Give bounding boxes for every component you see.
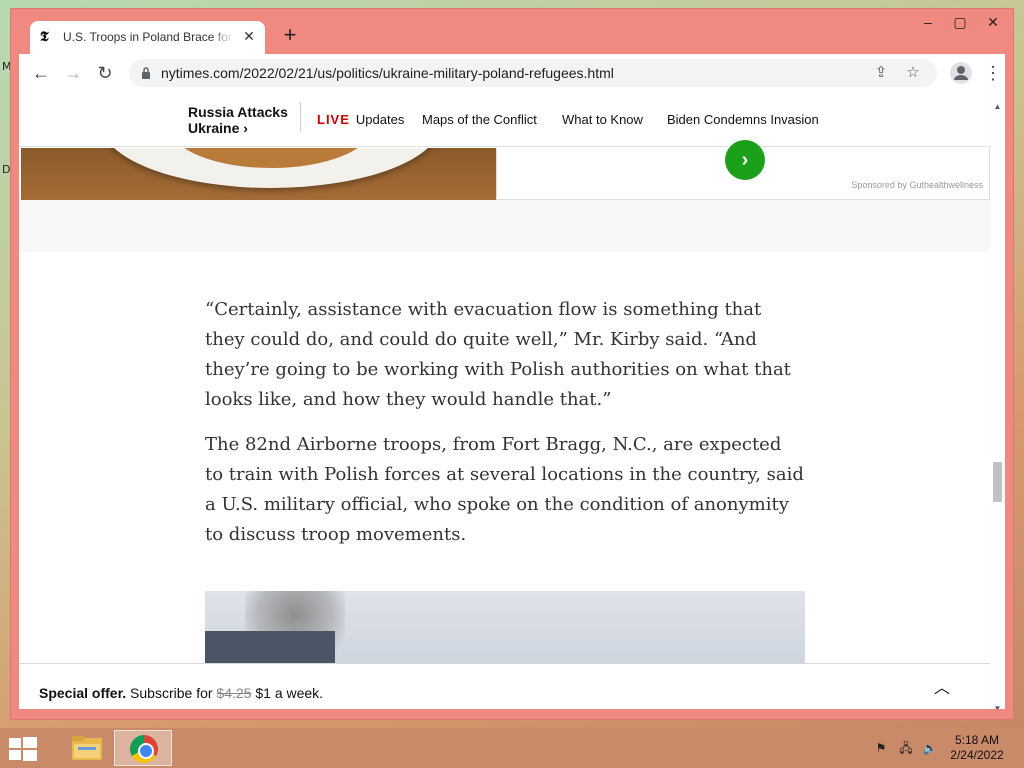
subscription-offer-bar[interactable]: Special offer. Subscribe for $4.25 $1 a … [19, 663, 990, 709]
scroll-down-icon[interactable]: ▼ [993, 704, 1002, 709]
flag-icon[interactable]: ⚑ [873, 740, 889, 756]
chrome-icon [130, 735, 158, 763]
close-window-button[interactable]: ✕ [977, 11, 1009, 33]
clock-date: 2/24/2022 [950, 748, 1004, 762]
article-photo[interactable] [205, 591, 805, 671]
maximize-button[interactable]: ▢ [944, 11, 976, 33]
share-icon[interactable]: ⇪ [871, 63, 891, 83]
star-icon[interactable]: ☆ [903, 63, 923, 83]
what-to-know-link[interactable]: What to Know [562, 112, 643, 127]
tab-title: U.S. Troops in Poland Brace for Possible… [63, 30, 235, 44]
minimize-button[interactable]: – [912, 11, 944, 33]
section-title-line: Ukraine › [188, 120, 248, 136]
forward-arrow-icon[interactable]: → [61, 61, 85, 85]
offer-text: Special offer. Subscribe for $4.25 $1 a … [39, 685, 323, 701]
ad-sponsor[interactable]: Sponsored by Guthealthwellness [851, 180, 983, 190]
profile-avatar-icon[interactable] [950, 62, 972, 84]
offer-new-price: $1 a week. [255, 685, 324, 701]
maps-link[interactable]: Maps of the Conflict [422, 112, 537, 127]
clock-time: 5:18 AM [954, 733, 1000, 747]
file-explorer-icon[interactable] [58, 730, 116, 766]
scroll-up-icon[interactable]: ▲ [993, 102, 1002, 111]
news-topbar: Russia Attacks Ukraine › LIVE Updates Map… [19, 92, 990, 147]
ad-spacer [19, 200, 990, 252]
browser-tab[interactable]: 𝕿 U.S. Troops in Poland Brace for Possib… [30, 21, 265, 54]
ad-panel: › Sponsored by Guthealthwellness [496, 140, 990, 200]
address-bar[interactable]: nytimes.com/2022/02/21/us/politics/ukrai… [129, 59, 937, 87]
url-text[interactable]: nytimes.com/2022/02/21/us/politics/ukrai… [161, 65, 614, 81]
new-tab-button[interactable]: + [279, 24, 301, 47]
volume-icon[interactable]: 🔈 [922, 740, 938, 756]
network-icon[interactable]: 🖧 [898, 740, 914, 756]
browser-window: 𝕿 U.S. Troops in Poland Brace for Possib… [10, 8, 1014, 720]
windows-start-icon[interactable] [8, 736, 38, 762]
chevron-up-icon[interactable]: ︿ [931, 678, 953, 700]
close-icon[interactable]: ✕ [241, 28, 257, 44]
reload-icon[interactable]: ↻ [93, 61, 117, 85]
offer-subscribe-text: Subscribe for [130, 685, 213, 701]
biden-link[interactable]: Biden Condemns Invasion [667, 112, 819, 127]
section-title-link[interactable]: Russia Attacks Ukraine › [188, 104, 288, 136]
scrollbar-thumb[interactable] [993, 462, 1002, 502]
menu-dots-icon[interactable]: ⋮ [983, 61, 1003, 85]
live-updates-label: Updates [355, 112, 405, 127]
offer-label: Special offer. [39, 685, 127, 701]
ad-go-button[interactable]: › [725, 140, 765, 180]
back-arrow-icon[interactable]: ← [29, 61, 53, 85]
page-viewport: Russia Attacks Ukraine › LIVE Updates Map… [19, 92, 1005, 709]
chrome-taskbar-button[interactable] [114, 730, 172, 766]
browser-toolbar: ← → ↻ nytimes.com/2022/02/21/us/politics… [19, 54, 1005, 92]
ad-image[interactable] [21, 148, 496, 200]
tab-strip: 𝕿 U.S. Troops in Poland Brace for Possib… [11, 9, 1013, 54]
taskbar-clock[interactable]: 5:18 AM 2/24/2022 [940, 733, 1014, 763]
lock-icon[interactable] [141, 66, 151, 80]
live-updates-link[interactable]: LIVE Updates [317, 112, 404, 127]
live-label: LIVE [317, 112, 350, 127]
article-paragraph: “Certainly, assistance with evacuation f… [205, 299, 791, 410]
topbar-divider [300, 102, 301, 132]
nyt-favicon-icon: 𝕿 [40, 29, 49, 45]
section-title-line: Russia Attacks [188, 104, 288, 120]
offer-old-price: $4.25 [216, 685, 252, 701]
vertical-scrollbar[interactable]: ▲ ▼ [990, 92, 1005, 709]
article-paragraph: The 82nd Airborne troops, from Fort Brag… [205, 434, 804, 545]
taskbar: ⚑ 🖧 🔈 5:18 AM 2/24/2022 [0, 728, 1024, 768]
advertisement[interactable]: › Sponsored by Guthealthwellness [19, 140, 990, 200]
